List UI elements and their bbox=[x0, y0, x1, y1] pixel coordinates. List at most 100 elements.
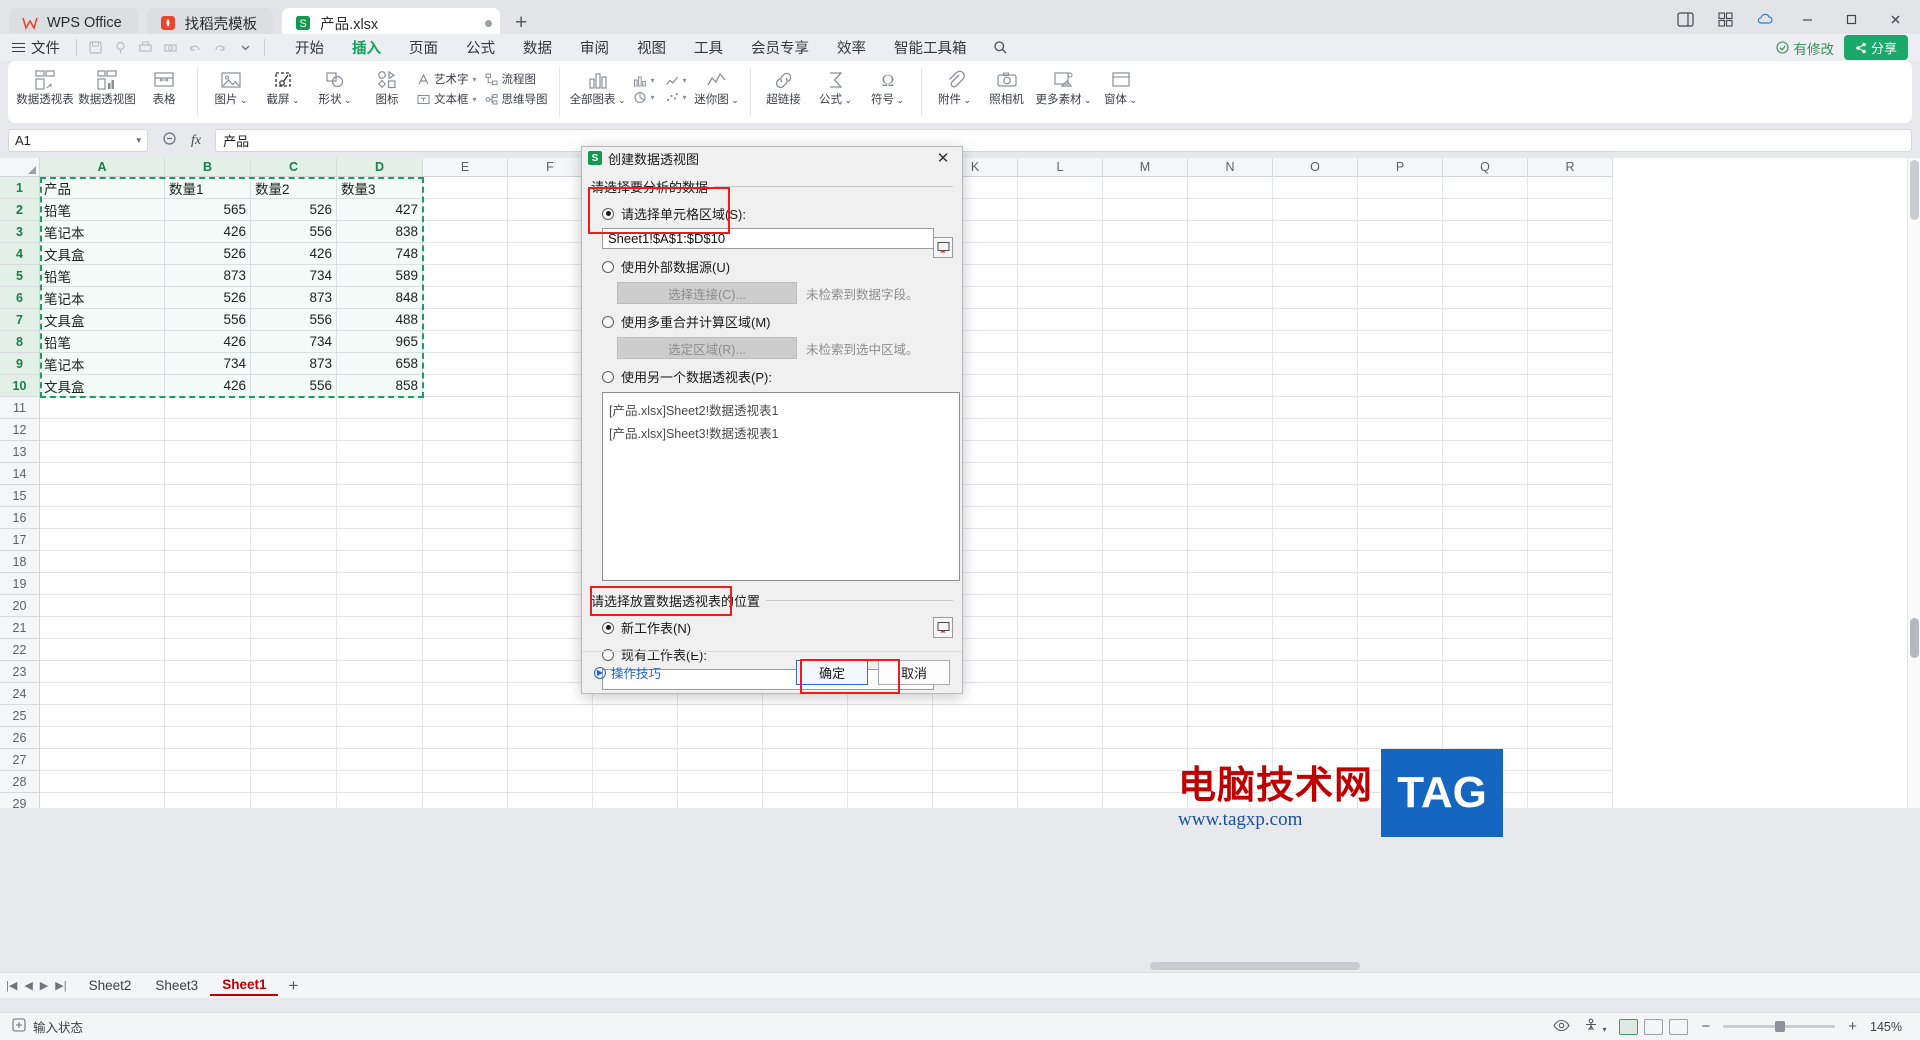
cell-L17[interactable] bbox=[1018, 529, 1103, 551]
cell-C3[interactable]: 556 bbox=[251, 221, 337, 243]
cell-O20[interactable] bbox=[1273, 595, 1358, 617]
sheet-tab-Sheet2[interactable]: Sheet2 bbox=[77, 976, 144, 995]
cell-N26[interactable] bbox=[1188, 727, 1273, 749]
cell-Q18[interactable] bbox=[1443, 551, 1528, 573]
cell-Q24[interactable] bbox=[1443, 683, 1528, 705]
cell-P24[interactable] bbox=[1358, 683, 1443, 705]
cell-J28[interactable] bbox=[848, 771, 933, 793]
cell-D27[interactable] bbox=[337, 749, 423, 771]
share-button[interactable]: 分享 bbox=[1843, 35, 1908, 60]
cell-A2[interactable]: 铅笔 bbox=[40, 199, 165, 221]
cell-G26[interactable] bbox=[593, 727, 678, 749]
cell-M11[interactable] bbox=[1103, 397, 1188, 419]
cell-O9[interactable] bbox=[1273, 353, 1358, 375]
cell-O22[interactable] bbox=[1273, 639, 1358, 661]
maximize-button[interactable] bbox=[1830, 3, 1872, 35]
cell-M27[interactable] bbox=[1103, 749, 1188, 771]
cell-B5[interactable]: 873 bbox=[165, 265, 251, 287]
cell-E22[interactable] bbox=[423, 639, 508, 661]
cell-C12[interactable] bbox=[251, 419, 337, 441]
cell-P23[interactable] bbox=[1358, 661, 1443, 683]
cell-D21[interactable] bbox=[337, 617, 423, 639]
cell-M28[interactable] bbox=[1103, 771, 1188, 793]
column-header-D[interactable]: D bbox=[337, 158, 423, 177]
radio-select-range[interactable]: 请选择单元格区域(S): bbox=[602, 204, 953, 223]
radio-new-worksheet[interactable]: 新工作表(N) bbox=[602, 618, 953, 637]
cell-N7[interactable] bbox=[1188, 309, 1273, 331]
cell-Q17[interactable] bbox=[1443, 529, 1528, 551]
cell-A12[interactable] bbox=[40, 419, 165, 441]
cell-R5[interactable] bbox=[1528, 265, 1613, 287]
cell-O27[interactable] bbox=[1273, 749, 1358, 771]
cell-E23[interactable] bbox=[423, 661, 508, 683]
cell-O14[interactable] bbox=[1273, 463, 1358, 485]
cell-Q10[interactable] bbox=[1443, 375, 1528, 397]
radio-icon[interactable] bbox=[602, 621, 614, 634]
cell-D24[interactable] bbox=[337, 683, 423, 705]
zoom-level-label[interactable]: 145% bbox=[1870, 1020, 1908, 1034]
cell-Q13[interactable] bbox=[1443, 441, 1528, 463]
ribbon-hyperlink[interactable]: 超链接 bbox=[758, 65, 810, 106]
cell-C11[interactable] bbox=[251, 397, 337, 419]
table-row[interactable] bbox=[40, 793, 1613, 808]
cell-A28[interactable] bbox=[40, 771, 165, 793]
cell-C9[interactable]: 873 bbox=[251, 353, 337, 375]
page-layout-icon[interactable] bbox=[1644, 1018, 1664, 1035]
cell-C23[interactable] bbox=[251, 661, 337, 683]
row-header-9[interactable]: 9 bbox=[0, 353, 40, 375]
cell-L24[interactable] bbox=[1018, 683, 1103, 705]
range-picker-button[interactable] bbox=[933, 237, 953, 258]
name-box[interactable]: A1 ▾ bbox=[8, 129, 148, 152]
cell-R12[interactable] bbox=[1528, 419, 1613, 441]
cell-C28[interactable] bbox=[251, 771, 337, 793]
cell-A17[interactable] bbox=[40, 529, 165, 551]
cell-L2[interactable] bbox=[1018, 199, 1103, 221]
ribbon-attachment[interactable]: 附件 bbox=[929, 65, 981, 106]
cell-D23[interactable] bbox=[337, 661, 423, 683]
cell-R11[interactable] bbox=[1528, 397, 1613, 419]
row-header-21[interactable]: 21 bbox=[0, 617, 40, 639]
cell-B26[interactable] bbox=[165, 727, 251, 749]
cell-F29[interactable] bbox=[508, 793, 593, 808]
radio-icon[interactable] bbox=[602, 370, 614, 383]
cell-Q26[interactable] bbox=[1443, 727, 1528, 749]
cell-A10[interactable]: 文具盒 bbox=[40, 375, 165, 397]
cell-E1[interactable] bbox=[423, 177, 508, 199]
radio-other-pivot[interactable]: 使用另一个数据透视表(P): bbox=[602, 367, 953, 386]
cell-D9[interactable]: 658 bbox=[337, 353, 423, 375]
close-icon[interactable]: ✕ bbox=[930, 148, 956, 168]
cell-O3[interactable] bbox=[1273, 221, 1358, 243]
cell-L29[interactable] bbox=[1018, 793, 1103, 808]
cell-D8[interactable]: 965 bbox=[337, 331, 423, 353]
cell-N14[interactable] bbox=[1188, 463, 1273, 485]
cell-D26[interactable] bbox=[337, 727, 423, 749]
column-header-A[interactable]: A bbox=[40, 158, 165, 177]
cell-B18[interactable] bbox=[165, 551, 251, 573]
cell-N2[interactable] bbox=[1188, 199, 1273, 221]
cell-M7[interactable] bbox=[1103, 309, 1188, 331]
cell-P10[interactable] bbox=[1358, 375, 1443, 397]
ribbon-textbox[interactable]: 文本框 ▾ bbox=[413, 90, 481, 108]
ribbon-table[interactable]: 表格 bbox=[138, 65, 190, 106]
cell-O28[interactable] bbox=[1273, 771, 1358, 793]
cell-E20[interactable] bbox=[423, 595, 508, 617]
cell-P1[interactable] bbox=[1358, 177, 1443, 199]
zoom-slider[interactable] bbox=[1723, 1021, 1836, 1032]
column-header-Q[interactable]: Q bbox=[1443, 158, 1528, 177]
ribbon-icons[interactable]: 图标 bbox=[361, 65, 413, 106]
cell-M26[interactable] bbox=[1103, 727, 1188, 749]
cell-N19[interactable] bbox=[1188, 573, 1273, 595]
cell-B19[interactable] bbox=[165, 573, 251, 595]
eye-icon[interactable] bbox=[1553, 1019, 1570, 1035]
zoom-out-button[interactable]: − bbox=[1701, 1018, 1710, 1035]
cell-E3[interactable] bbox=[423, 221, 508, 243]
cell-C19[interactable] bbox=[251, 573, 337, 595]
row-header-8[interactable]: 8 bbox=[0, 331, 40, 353]
pivot-list[interactable]: [产品.xlsx]Sheet2!数据透视表1 [产品.xlsx]Sheet3!数… bbox=[602, 392, 960, 581]
table-row[interactable] bbox=[40, 727, 1613, 749]
ribbon-mindmap[interactable]: 思维导图 bbox=[481, 90, 552, 108]
cell-D19[interactable] bbox=[337, 573, 423, 595]
cell-M24[interactable] bbox=[1103, 683, 1188, 705]
cell-N11[interactable] bbox=[1188, 397, 1273, 419]
cell-D20[interactable] bbox=[337, 595, 423, 617]
